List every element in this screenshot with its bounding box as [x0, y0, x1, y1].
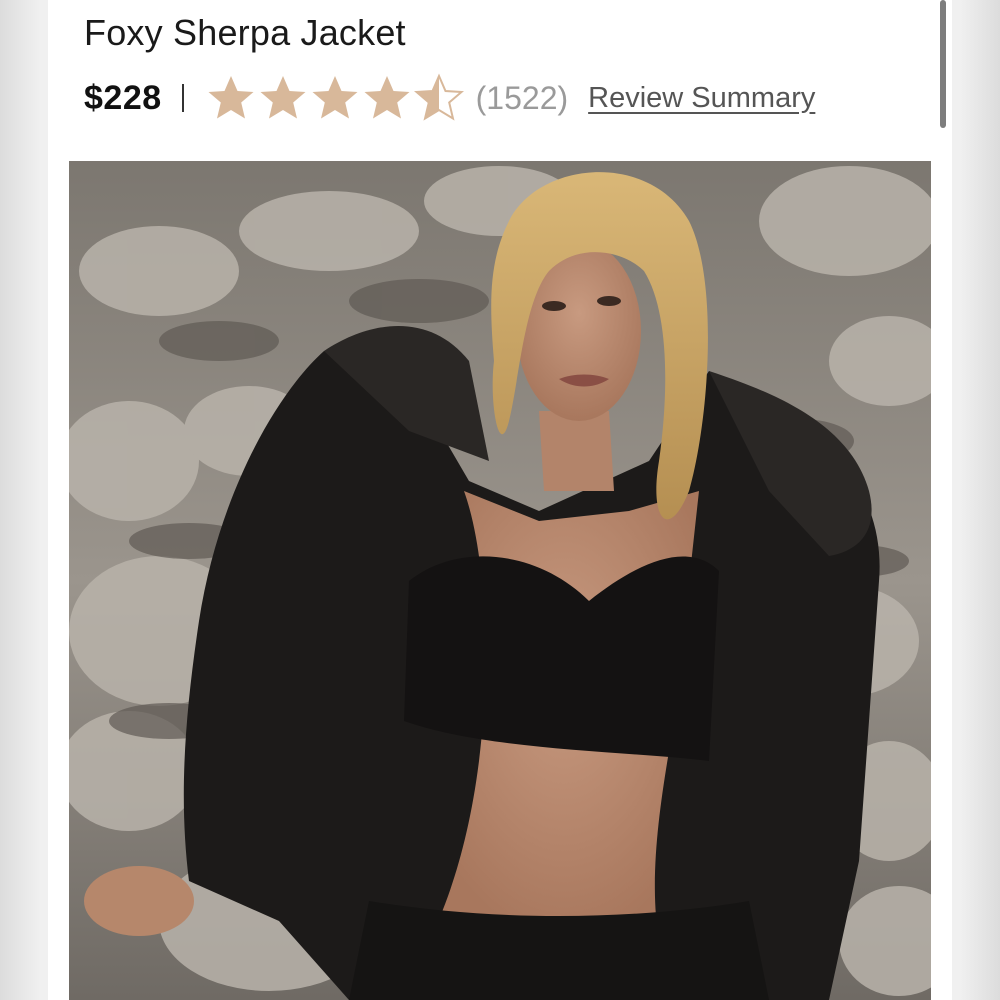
- review-count: (1522): [475, 79, 569, 116]
- price-divider: [181, 84, 184, 112]
- product-price: $228: [84, 78, 162, 117]
- star-icon: [312, 76, 358, 119]
- price-rating-row: $228 (1522) Review Summary: [84, 68, 815, 128]
- star-icon: [260, 76, 306, 119]
- product-title: Foxy Sherpa Jacket: [84, 12, 406, 53]
- scrollbar[interactable]: [940, 0, 946, 128]
- screen-background: Foxy Sherpa Jacket $228 (1522) Review Su…: [0, 0, 1000, 1000]
- product-page: Foxy Sherpa Jacket $228 (1522) Review Su…: [48, 0, 952, 1000]
- star-icon: [364, 76, 410, 119]
- model-photo-illustration: [69, 161, 931, 1000]
- product-image[interactable]: [69, 161, 931, 1000]
- rating-stars[interactable]: [206, 73, 464, 123]
- star-icon: [208, 76, 254, 119]
- review-summary-link[interactable]: Review Summary: [588, 82, 815, 115]
- star-icon: [413, 73, 464, 121]
